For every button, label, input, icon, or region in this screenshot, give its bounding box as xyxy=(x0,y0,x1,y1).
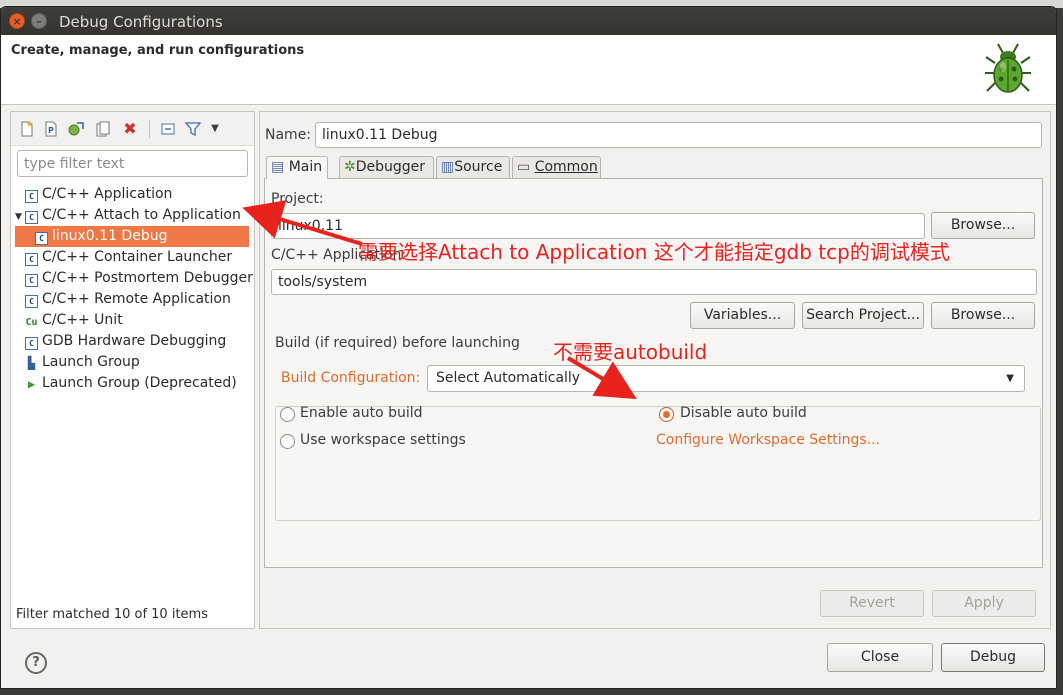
name-field[interactable]: linux0.11 Debug xyxy=(315,122,1042,148)
configuration-editor-panel: Name: linux0.11 Debug ▤ Main ✲Debugger ▥… xyxy=(259,111,1051,629)
c-config-icon: C xyxy=(35,232,48,245)
toolbar-separator xyxy=(149,120,150,138)
tab-common[interactable]: ▭ Common xyxy=(512,156,601,178)
config-toolbar: P ✖ ▼ xyxy=(11,112,254,146)
run-icon: ▶ xyxy=(27,377,36,391)
variables-button[interactable]: Variables... xyxy=(690,302,795,329)
enable-auto-build-label: Enable auto build xyxy=(300,405,423,421)
c-config-icon: C xyxy=(25,211,38,224)
new-prototype-icon[interactable]: P xyxy=(43,121,59,137)
application-browse-button[interactable]: Browse... xyxy=(931,302,1035,329)
common-icon: ▭ xyxy=(517,159,531,175)
c-config-icon: C xyxy=(25,295,38,308)
source-icon: ▥ xyxy=(441,159,455,175)
filter-input[interactable] xyxy=(17,150,248,177)
tree-item-c-attach-to-application[interactable]: ▼ C C/C++ Attach to Application xyxy=(15,205,249,226)
c-config-icon: C xyxy=(25,190,38,203)
launch-group-icon: ▙ xyxy=(27,356,36,370)
export-config-icon[interactable] xyxy=(68,121,84,137)
tab-source[interactable]: ▥Source xyxy=(436,156,510,178)
enable-auto-build-radio[interactable] xyxy=(280,407,295,422)
chevron-down-icon: ▼ xyxy=(1006,373,1014,384)
tree-item-c-unit[interactable]: Cu C/C++ Unit xyxy=(15,310,249,331)
project-browse-button[interactable]: Browse... xyxy=(931,212,1035,239)
c-config-icon: C xyxy=(25,337,38,350)
help-icon[interactable]: ? xyxy=(25,652,47,674)
title-bar: × – Debug Configurations xyxy=(1,7,1056,35)
tree-item-linux-debug[interactable]: Clinux0.11 Debug xyxy=(15,226,249,247)
delete-config-icon[interactable]: ✖ xyxy=(122,121,138,137)
use-workspace-settings-label: Use workspace settings xyxy=(300,432,466,448)
configuration-list-panel: P ✖ ▼ CC/C++ Application ▼CC/C++ Attach … xyxy=(10,111,255,629)
annotation-attach-note: 需要选择Attach to Application 这个才能指定gdb tcp的… xyxy=(358,240,950,264)
c-config-icon: C xyxy=(25,253,38,266)
tree-item-c-postmortem-debugger[interactable]: C C/C++ Postmortem Debugger xyxy=(15,268,253,289)
debug-configurations-dialog: × – Debug Configurations Create, manage,… xyxy=(0,6,1057,689)
revert-button[interactable]: Revert xyxy=(820,590,924,617)
main-tab-icon: ▤ xyxy=(271,159,285,175)
build-configuration-select[interactable]: Select Automatically ▼ xyxy=(427,365,1025,392)
disable-auto-build-radio[interactable] xyxy=(659,407,674,422)
tree-item-launch-group-deprecated[interactable]: ▶ Launch Group (Deprecated) xyxy=(15,373,249,394)
project-label: Project: xyxy=(271,191,324,207)
c-config-icon: C xyxy=(25,274,38,287)
disable-auto-build-label: Disable auto build xyxy=(680,405,807,421)
close-button[interactable]: Close xyxy=(827,643,933,672)
annotation-autobuild-note: 不需要autobuild xyxy=(553,340,708,364)
duplicate-config-icon[interactable] xyxy=(95,121,111,137)
tree-item-c-remote-application[interactable]: C C/C++ Remote Application xyxy=(15,289,249,310)
build-configuration-label: Build Configuration: xyxy=(281,370,421,386)
expanded-arrow-icon[interactable]: ▼ xyxy=(15,207,25,228)
tab-main[interactable]: ▤ Main xyxy=(266,156,328,179)
debug-bug-icon xyxy=(985,43,1031,93)
window-close-button[interactable]: × xyxy=(9,13,25,29)
filter-icon[interactable] xyxy=(184,121,202,137)
configure-workspace-settings-link[interactable]: Configure Workspace Settings... xyxy=(656,432,880,448)
search-project-button[interactable]: Search Project... xyxy=(802,302,924,329)
tree-item-c-application[interactable]: C C/C++ Application xyxy=(15,184,249,205)
view-menu-chevron-down-icon[interactable]: ▼ xyxy=(207,121,223,137)
debugger-bug-icon: ✲ xyxy=(344,159,356,175)
tree-item-launch-group[interactable]: ▙ Launch Group xyxy=(15,352,249,373)
header-message: Create, manage, and run configurations xyxy=(11,43,305,58)
tab-debugger[interactable]: ✲Debugger xyxy=(339,156,434,178)
tree-item-gdb-hardware-debugging[interactable]: C GDB Hardware Debugging xyxy=(15,331,249,352)
application-field[interactable]: tools/system xyxy=(271,269,1037,295)
cunit-icon: Cu xyxy=(25,317,38,330)
window-minimize-button[interactable]: – xyxy=(31,13,47,29)
filter-status: Filter matched 10 of 10 items xyxy=(16,607,208,622)
dialog-header: Create, manage, and run configurations xyxy=(1,35,1056,105)
window-title: Debug Configurations xyxy=(59,13,223,31)
debug-button[interactable]: Debug xyxy=(941,643,1045,672)
svg-text:P: P xyxy=(48,126,54,135)
tree-item-c-container-launcher[interactable]: C C/C++ Container Launcher xyxy=(15,247,249,268)
apply-button[interactable]: Apply xyxy=(932,590,1036,617)
use-workspace-settings-radio[interactable] xyxy=(280,434,295,449)
new-config-icon[interactable] xyxy=(19,121,35,137)
build-group xyxy=(275,406,1041,521)
name-label: Name: xyxy=(265,127,312,143)
collapse-all-icon[interactable] xyxy=(160,121,176,137)
build-group-label: Build (if required) before launching xyxy=(273,335,522,351)
